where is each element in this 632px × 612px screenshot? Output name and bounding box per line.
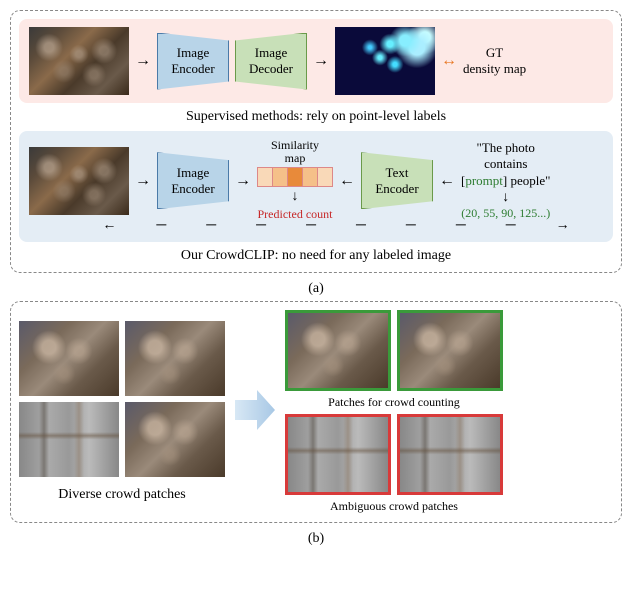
similarity-block: Similarity map ↓ Predicted count [257,139,333,222]
crowd-patch [125,321,225,396]
diverse-patch-grid [19,321,225,477]
supervised-caption: Supervised methods: rely on point-level … [19,109,613,125]
text-encoder-block: Text Encoder [361,152,433,209]
crowdclip-panel: → Image Encoder → Similarity map ↓ Predi… [19,131,613,242]
ambiguous-caption: Ambiguous crowd patches [330,499,458,514]
double-arrow-icon: ↔ [441,52,457,70]
arrow-icon: → [135,52,151,70]
crowdclip-row: → Image Encoder → Similarity map ↓ Predi… [29,139,603,222]
crowd-patch-good [285,310,391,391]
diverse-caption: Diverse crowd patches [58,487,186,503]
arrow-icon: ← [339,172,355,190]
arrow-icon: → [313,52,329,70]
crowd-patch [125,402,225,477]
encoder-label: Image Encoder [171,45,214,76]
density-map-output [335,27,435,95]
counting-caption: Patches for crowd counting [328,395,460,410]
panel-b-label: (b) [10,531,622,547]
gt-density-label: GT density map [463,45,526,76]
panel-a-label: (a) [10,281,622,297]
crowd-patch [19,321,119,396]
arrow-icon: → [235,172,251,190]
crowd-patch-good [397,310,503,391]
input-crowd-image [29,27,129,95]
diverse-patches-col: Diverse crowd patches [19,321,225,503]
text-encoder-label: Text Encoder [375,165,418,196]
down-arrow-icon: ↓ [292,189,299,205]
crowd-patch-ambiguous [285,414,391,495]
prompt-block: "The photo contains [prompt] people" ↓ (… [461,140,550,221]
crowdclip-caption: Our CrowdCLIP: no need for any labeled i… [19,248,613,264]
double-arrow-icon: ←────────→ [102,218,609,234]
categorized-patches-col: Patches for crowd counting Ambiguous cro… [285,310,503,514]
big-arrow-icon [235,385,275,439]
image-decoder-block: Image Decoder [235,33,307,90]
sim-label: Similarity map [271,139,319,165]
down-arrow-icon: ↓ [502,189,509,207]
input-crowd-image [29,147,129,215]
decoder-label: Image Decoder [249,45,293,76]
image-encoder-block: Image Encoder [157,33,229,90]
crowd-patch [19,402,119,477]
supervised-panel: → Image Encoder Image Decoder → ↔ GT den… [19,19,613,103]
panel-b-row: Diverse crowd patches Patches for crowd … [19,310,613,514]
encoder-label: Image Encoder [171,165,214,196]
arrow-icon: → [135,172,151,190]
supervised-row: → Image Encoder Image Decoder → ↔ GT den… [29,27,603,95]
crowd-patch-ambiguous [397,414,503,495]
prompt-text: "The photo contains [prompt] people" [461,140,550,189]
panel-a: → Image Encoder Image Decoder → ↔ GT den… [10,10,622,273]
similarity-map [257,167,333,187]
ambiguous-patches-row [285,414,503,495]
arrow-icon: ← [439,172,455,190]
panel-b: Diverse crowd patches Patches for crowd … [10,301,622,523]
image-encoder-block: Image Encoder [157,152,229,209]
counting-patches-row [285,310,503,391]
